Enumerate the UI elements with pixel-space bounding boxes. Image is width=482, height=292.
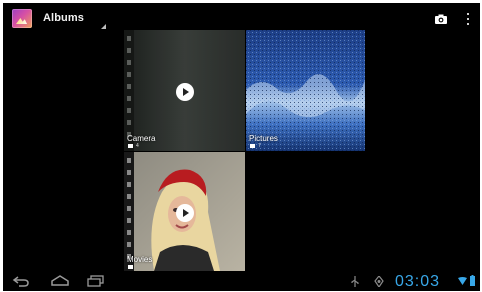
camera-small-icon [128, 144, 133, 148]
camera-icon[interactable] [435, 14, 447, 24]
battery-icon [470, 275, 475, 286]
wifi-icon [458, 277, 467, 285]
play-icon [176, 83, 194, 101]
folder-small-icon [250, 144, 255, 148]
album-count: 4 [128, 143, 139, 149]
gallery-icon[interactable] [12, 9, 32, 28]
album-count: 7 [250, 143, 261, 149]
usb-icon [351, 276, 359, 287]
recent-apps-icon[interactable] [87, 275, 105, 287]
clock: 03:03 [395, 273, 441, 290]
dropdown-indicator-icon[interactable] [101, 24, 106, 29]
back-icon[interactable] [12, 275, 30, 287]
overflow-menu-icon[interactable] [466, 12, 470, 26]
album-tile-movies[interactable]: Movies [124, 152, 245, 271]
album-name: Camera [127, 134, 156, 143]
album-tile-camera[interactable]: Camera 4 [124, 30, 245, 151]
page-title[interactable]: Albums [43, 12, 84, 24]
pictures-album-thumbnail [246, 30, 365, 151]
usb-debug-icon [374, 276, 384, 287]
album-name: Movies [127, 255, 153, 264]
gallery-screen: Albums Camera 4 Pictures 7 Movies 03:03 [3, 3, 480, 291]
album-tile-pictures[interactable]: Pictures 7 [246, 30, 365, 151]
folder-small-icon [128, 265, 133, 269]
album-name: Pictures [249, 134, 278, 143]
play-icon [176, 204, 194, 222]
home-icon[interactable] [50, 275, 70, 287]
system-bar: 03:03 [3, 273, 480, 291]
album-count [128, 264, 136, 270]
